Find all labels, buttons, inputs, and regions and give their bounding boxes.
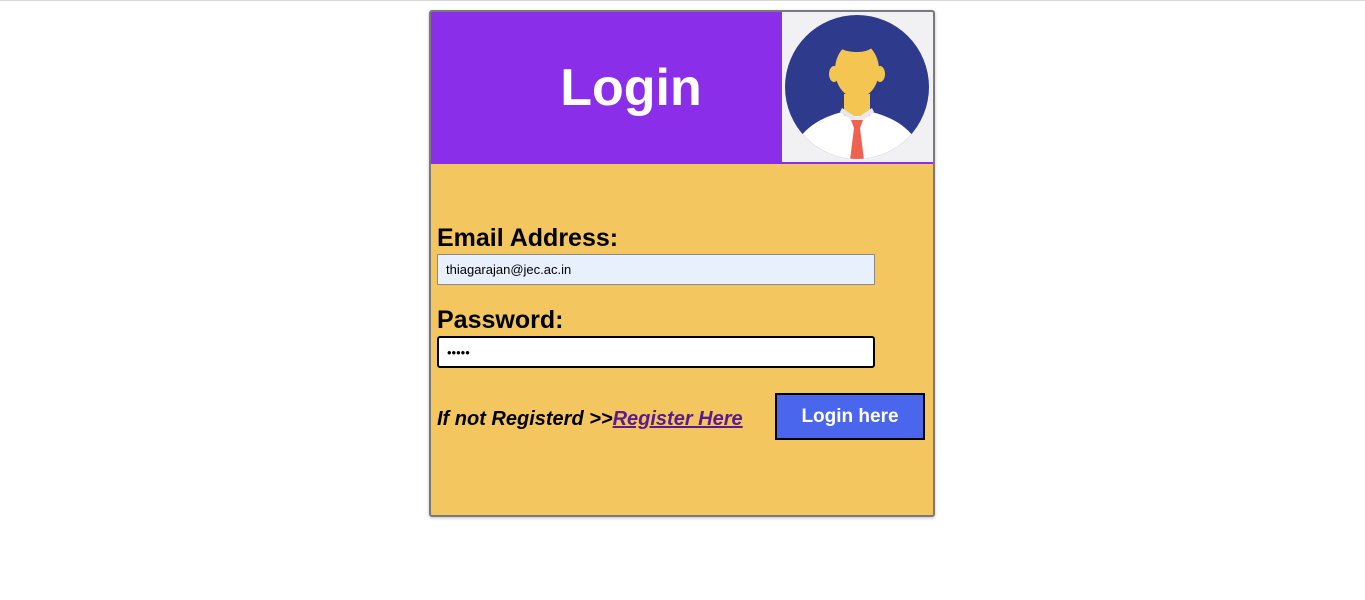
login-form: Email Address: Password: If not Register…	[431, 164, 933, 515]
page-title: Login	[560, 59, 702, 117]
register-prompt-text: If not Registerd >>	[437, 408, 613, 430]
password-label: Password:	[437, 306, 564, 334]
register-link[interactable]: Register Here	[613, 408, 743, 430]
email-label: Email Address:	[437, 224, 619, 252]
register-prompt: If not Registerd >>Register Here	[437, 408, 743, 431]
login-button[interactable]: Login here	[775, 393, 925, 440]
email-field[interactable]	[437, 254, 875, 285]
login-card: Login Email Address: thiagarajan@jec.ac.…	[429, 10, 935, 517]
top-border-line	[0, 0, 1365, 1]
password-field[interactable]	[437, 336, 875, 368]
login-header: Login	[431, 12, 933, 164]
user-avatar-icon	[782, 12, 933, 162]
